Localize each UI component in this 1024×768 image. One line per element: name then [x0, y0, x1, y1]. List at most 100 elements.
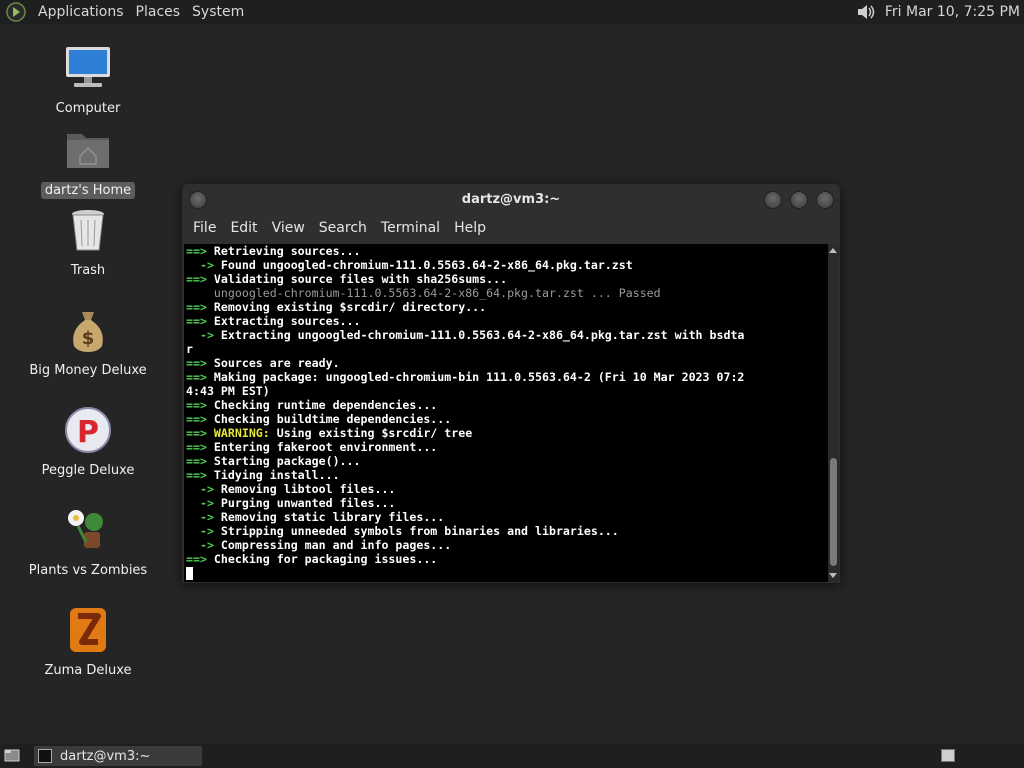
terminal-output[interactable]: ==> Retrieving sources... -> Found ungoo…: [184, 244, 829, 582]
places-menu[interactable]: Places: [130, 0, 187, 24]
peggle-icon: P: [65, 407, 111, 453]
applications-menu[interactable]: Applications: [32, 0, 130, 24]
desktop-icon-label: Big Money Deluxe: [29, 363, 147, 378]
bottom-panel: dartz@vm3:~: [0, 744, 1024, 768]
home-folder-icon: [67, 134, 109, 168]
desktop-icon-zuma[interactable]: Zuma Deluxe: [8, 606, 168, 679]
terminal-line: ==> Extracting sources...: [186, 314, 829, 328]
line-text: Extracting sources...: [213, 314, 361, 328]
desktop-icon-big-money[interactable]: $ Big Money Deluxe: [8, 306, 168, 379]
line-prefix: ->: [186, 510, 221, 524]
window-menu-icon[interactable]: [189, 191, 207, 209]
desktop-icon-label: Zuma Deluxe: [44, 663, 132, 678]
scrollbar-thumb[interactable]: [830, 458, 837, 566]
workspace-switcher[interactable]: [941, 749, 955, 762]
warning-label: WARNING:: [213, 426, 270, 440]
terminal-line: ==> Making package: ungoogled-chromium-b…: [186, 370, 829, 384]
line-text: Removing static library files...: [220, 510, 445, 524]
computer-icon: [66, 47, 110, 87]
terminal-line: -> Stripping unneeded symbols from binar…: [186, 524, 829, 538]
line-text: Starting package()...: [213, 454, 361, 468]
close-icon[interactable]: [816, 191, 834, 209]
line-prefix: ->: [186, 258, 221, 272]
line-prefix: ==>: [186, 552, 214, 566]
scroll-down-icon[interactable]: [829, 573, 837, 578]
line-text: r: [186, 342, 193, 356]
line-text: Using existing $srcdir/ tree: [269, 426, 473, 440]
maximize-icon[interactable]: [790, 191, 808, 209]
line-text: Making package: ungoogled-chromium-bin 1…: [213, 370, 745, 384]
clock[interactable]: Fri Mar 10, 7:25 PM: [885, 4, 1020, 20]
window-titlebar[interactable]: dartz@vm3:~: [182, 184, 840, 214]
line-prefix: ==>: [186, 426, 214, 440]
terminal-line: -> Found ungoogled-chromium-111.0.5563.6…: [186, 258, 829, 272]
line-prefix: ==>: [186, 356, 214, 370]
desktop-icon-home[interactable]: dartz's Home: [8, 126, 168, 199]
line-text: Checking buildtime dependencies...: [213, 412, 452, 426]
plants-icon: [68, 510, 103, 548]
line-text: Validating source files with sha256sums.…: [213, 272, 508, 286]
desktop-icon-label: Trash: [70, 263, 106, 278]
line-text: Retrieving sources...: [213, 244, 361, 258]
terminal-window: dartz@vm3:~ File Edit View Search Termin…: [182, 184, 840, 583]
line-text: Sources are ready.: [213, 356, 340, 370]
terminal-line: ungoogled-chromium-111.0.5563.64-2-x86_6…: [186, 286, 829, 300]
menu-view[interactable]: View: [265, 220, 312, 236]
line-text: 4:43 PM EST): [186, 384, 270, 398]
volume-icon[interactable]: [855, 2, 877, 22]
svg-text:$: $: [82, 328, 95, 349]
line-prefix: ->: [186, 524, 221, 538]
terminal-line: -> Extracting ungoogled-chromium-111.0.5…: [186, 328, 829, 342]
line-prefix: ->: [186, 482, 221, 496]
line-text: Checking runtime dependencies...: [213, 398, 438, 412]
scroll-up-icon[interactable]: [829, 248, 837, 253]
line-text: Purging unwanted files...: [220, 496, 396, 510]
terminal-line: -> Purging unwanted files...: [186, 496, 829, 510]
taskbar-button-label: dartz@vm3:~: [60, 748, 151, 764]
terminal-icon: [38, 749, 52, 763]
terminal-line: ==> Entering fakeroot environment...: [186, 440, 829, 454]
terminal-line: -> Removing libtool files...: [186, 482, 829, 496]
panel-tray: Fri Mar 10, 7:25 PM: [855, 2, 1024, 22]
line-prefix: ->: [186, 538, 221, 552]
desktop-icon-peggle[interactable]: P Peggle Deluxe: [8, 406, 168, 479]
menu-search[interactable]: Search: [312, 220, 374, 236]
menu-file[interactable]: File: [186, 220, 223, 236]
terminal-line: ==> Validating source files with sha256s…: [186, 272, 829, 286]
line-prefix: ->: [186, 328, 221, 342]
line-prefix: ==>: [186, 398, 214, 412]
desktop-icon-label: dartz's Home: [40, 182, 136, 199]
desktop-icon-computer[interactable]: Computer: [8, 44, 168, 117]
line-prefix: ==>: [186, 272, 214, 286]
terminal-line: ==> Retrieving sources...: [186, 244, 829, 258]
terminal-scrollbar[interactable]: [828, 244, 839, 582]
terminal-line: ==> Checking for packaging issues...: [186, 552, 829, 566]
system-menu[interactable]: System: [186, 0, 250, 24]
terminal-line: -> Compressing man and info pages...: [186, 538, 829, 552]
taskbar-button-terminal[interactable]: dartz@vm3:~: [34, 746, 202, 766]
menu-edit[interactable]: Edit: [223, 220, 264, 236]
line-prefix: ->: [186, 496, 221, 510]
desktop-icon-trash[interactable]: Trash: [8, 206, 168, 279]
line-text: Removing existing $srcdir/ directory...: [213, 300, 487, 314]
terminal-line: ==> Checking runtime dependencies...: [186, 398, 829, 412]
terminal-line: r: [186, 342, 829, 356]
minimize-icon[interactable]: [764, 191, 782, 209]
line-text: Found ungoogled-chromium-111.0.5563.64-2…: [220, 258, 633, 272]
trash-icon: [72, 210, 104, 251]
svg-text:P: P: [77, 415, 99, 450]
line-prefix: ==>: [186, 300, 214, 314]
line-prefix: ==>: [186, 244, 214, 258]
line-text: Entering fakeroot environment...: [213, 440, 438, 454]
menu-help[interactable]: Help: [447, 220, 493, 236]
terminal-line: ==> Sources are ready.: [186, 356, 829, 370]
desktop-icon-label: Plants vs Zombies: [28, 563, 148, 578]
line-text: Removing libtool files...: [220, 482, 396, 496]
main-menu-logo-icon[interactable]: [6, 2, 26, 22]
desktop-icon-plants-vs-zombies[interactable]: Plants vs Zombies: [8, 506, 168, 579]
menu-terminal[interactable]: Terminal: [374, 220, 447, 236]
line-prefix: ==>: [186, 314, 214, 328]
line-text: Stripping unneeded symbols from binaries…: [220, 524, 619, 538]
show-desktop-icon[interactable]: [4, 748, 20, 762]
desktop-icon-label: Peggle Deluxe: [41, 463, 135, 478]
